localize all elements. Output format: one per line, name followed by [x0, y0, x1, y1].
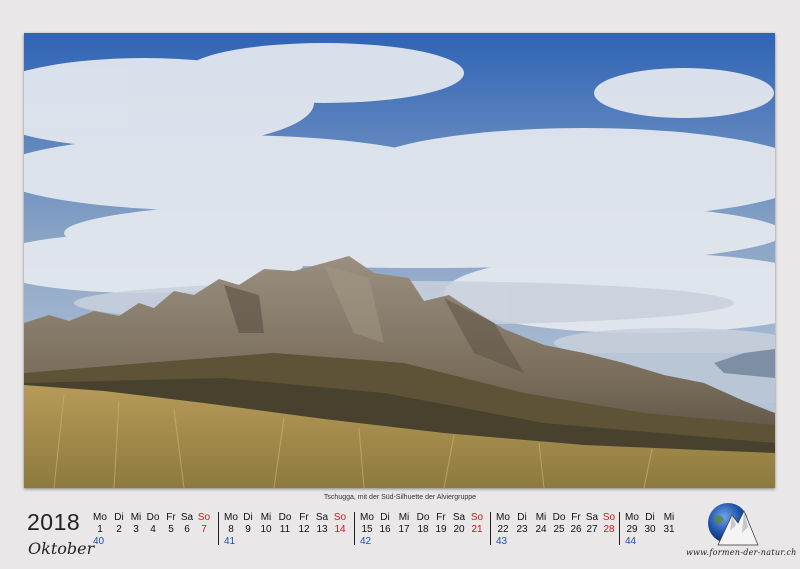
day-date: 16: [379, 524, 391, 535]
day-name: Mo: [625, 512, 639, 523]
day-date: 19: [435, 524, 447, 535]
day-name: Mo: [93, 512, 107, 523]
day-name: Fr: [436, 512, 446, 523]
day-name: Sa: [315, 512, 329, 523]
week-number: 42: [360, 536, 372, 547]
week-number: 40: [93, 536, 105, 547]
day-date: 6: [184, 524, 190, 535]
day-date: 5: [168, 524, 174, 535]
day-name: Sa: [452, 512, 466, 523]
week-divider: [619, 512, 620, 545]
day-date: 18: [417, 524, 429, 535]
week-divider: [354, 512, 355, 545]
day-date-sunday: 7: [201, 524, 207, 535]
day-date: 3: [133, 524, 139, 535]
day-date: 30: [644, 524, 656, 535]
day-date: 31: [663, 524, 675, 535]
day-name: Do: [146, 512, 160, 523]
day-date: 1: [97, 524, 103, 535]
day-name: Fr: [299, 512, 309, 523]
day-date: 24: [535, 524, 547, 535]
week-number: 43: [496, 536, 508, 547]
day-date-sunday: 28: [603, 524, 615, 535]
day-name: Mi: [535, 512, 547, 523]
day-date: 10: [260, 524, 272, 535]
day-date: 26: [570, 524, 582, 535]
day-name: Do: [552, 512, 566, 523]
day-date: 13: [316, 524, 328, 535]
day-name: Fr: [571, 512, 581, 523]
landscape-photo: [24, 33, 775, 488]
week-divider: [218, 512, 219, 545]
day-name: Di: [517, 512, 527, 523]
day-date: 29: [626, 524, 638, 535]
day-name: Mi: [663, 512, 675, 523]
day-name-sunday: So: [602, 512, 616, 523]
day-name: Mi: [130, 512, 142, 523]
day-date-sunday: 14: [334, 524, 346, 535]
day-name: Do: [416, 512, 430, 523]
day-date: 22: [497, 524, 509, 535]
globe-logo-icon: [700, 501, 762, 547]
day-date: 12: [298, 524, 310, 535]
day-name: Do: [278, 512, 292, 523]
day-date: 20: [453, 524, 465, 535]
day-name: Mo: [224, 512, 238, 523]
calendar-month: Oktober: [28, 539, 95, 558]
week-number: 44: [625, 536, 637, 547]
day-date: 9: [245, 524, 251, 535]
day-name: Mo: [496, 512, 510, 523]
day-date: 17: [398, 524, 410, 535]
day-date: 15: [361, 524, 373, 535]
day-name: Mo: [360, 512, 374, 523]
day-name-sunday: So: [333, 512, 347, 523]
day-date: 27: [586, 524, 598, 535]
week-number: 41: [224, 536, 236, 547]
day-date: 4: [150, 524, 156, 535]
day-date: 11: [279, 524, 291, 535]
day-name: Fr: [166, 512, 176, 523]
website-url: www.formen-der-natur.ch: [686, 548, 797, 557]
day-name: Sa: [180, 512, 194, 523]
day-date: 8: [228, 524, 234, 535]
calendar-year: 2018: [27, 509, 81, 535]
week-divider: [490, 512, 491, 545]
day-date: 2: [116, 524, 122, 535]
day-name: Mi: [398, 512, 410, 523]
day-name-sunday: So: [470, 512, 484, 523]
day-date: 25: [553, 524, 565, 535]
day-date: 23: [516, 524, 528, 535]
day-name: Mi: [260, 512, 272, 523]
day-name: Di: [380, 512, 390, 523]
day-name-sunday: So: [197, 512, 211, 523]
day-name: Di: [114, 512, 124, 523]
day-name: Di: [243, 512, 253, 523]
photo-caption: Tschugga, mit der Süd-Silhuette der Alvi…: [323, 494, 477, 501]
day-name: Di: [645, 512, 655, 523]
day-date-sunday: 21: [471, 524, 483, 535]
day-name: Sa: [585, 512, 599, 523]
